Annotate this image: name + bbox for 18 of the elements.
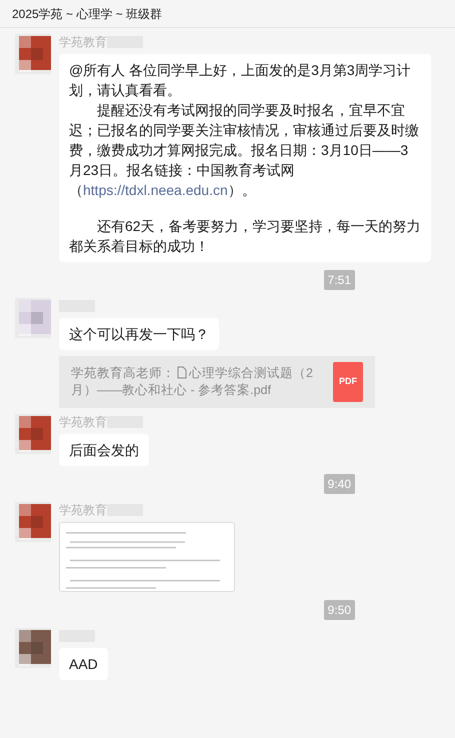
sender-name: 学苑教育 [59,502,107,519]
message-text: 这个可以再发一下吗？ [69,325,209,344]
sender-name: 学苑教育 [59,414,107,431]
pdf-file-icon: PDF [333,362,363,402]
message-text: AAD [69,655,98,674]
timestamp: 7:51 [324,270,355,290]
file-icon [177,366,187,379]
quote-text: 学苑教育高老师： 心理学综合测试题（2月）——教心和社心 - 参考答案.pdf [71,365,314,399]
sender-name: 学苑教育 [59,34,107,51]
window-title: 2025学苑 ~ 心理学 ~ 班级群 [12,6,162,22]
message-text: 后面会发的 [69,441,139,460]
timestamp: 9:50 [324,600,355,620]
quoted-file[interactable]: 学苑教育高老师： 心理学综合测试题（2月）——教心和社心 - 参考答案.pdf PDF [59,356,375,408]
message-text: 提醒还没有考试网报的同学要及时报名，宜早不宜迟；已报名的同学要关注审核情况，审核通过后要及时缴费，缴费成功才算网报完成。报名日期：3月10日——3月23日。报名链接：中国教育考试网（https://tdxl.neea.edu.cn）。 [69,101,420,200]
link[interactable]: https://tdxl.neea.edu.cn [83,182,228,198]
message-text: @所有人 各位同学早上好，上面发的是3月第3周学习计划，请认真看看。 [69,61,412,100]
message-text: 还有62天，备考要努力，学习要坚持，每一天的努力都关系着目标的成功！ [69,217,421,256]
timestamp: 9:40 [324,474,355,494]
